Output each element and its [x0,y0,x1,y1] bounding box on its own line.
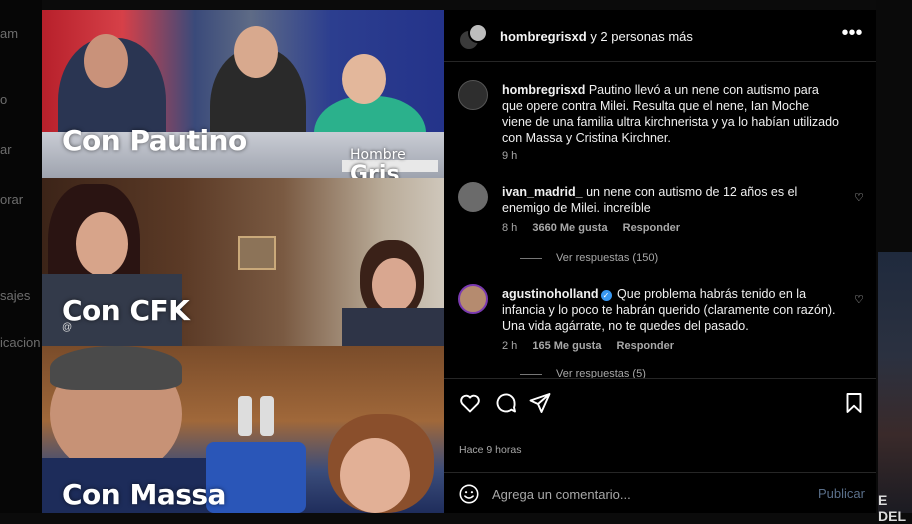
comment-text: agustinoholland ✓ Que problema habrás ten… [502,286,842,334]
watermark-line1: Hombre [350,147,406,163]
caption-username[interactable]: hombregrisxd [502,83,585,97]
avatar[interactable] [458,182,488,212]
post-header: hombregrisxd y 2 personas más ••• [444,10,876,62]
view-replies[interactable]: Ver respuestas (150) [520,252,658,264]
background-post-text: E DEL [878,492,906,524]
header-suffix[interactable]: y 2 personas más [590,29,693,44]
comment-time: 2 h [502,340,518,352]
heart-icon[interactable] [458,391,482,415]
reply-button[interactable]: Responder [623,222,680,234]
avatar [468,23,488,43]
comments-list[interactable]: hombregrisxd Pautino llevó a un nene con… [444,62,876,378]
view-replies-label[interactable]: Ver respuestas (150) [556,252,658,264]
view-replies[interactable]: Ver respuestas (5) [520,368,646,378]
view-replies-label[interactable]: Ver respuestas (5) [556,368,646,378]
caption-time: 9 h [502,150,518,162]
sidebar-fragment: am [0,26,19,41]
post-time: Hace 9 horas [459,444,522,456]
more-options-icon[interactable]: ••• [840,23,864,48]
publish-button[interactable]: Publicar [818,486,865,501]
picture-frame [238,236,276,270]
comment-username[interactable]: agustinoholland [502,287,599,301]
avatar[interactable] [458,284,488,314]
media-panel-middle: Con CFK @ [42,178,444,346]
heart-icon[interactable]: ♡ [854,294,866,306]
small-watermark: @ [62,322,73,333]
caption-meta: 9 h [502,150,529,162]
sidebar-fragment: sajes [0,288,31,303]
comment-input[interactable] [492,483,792,505]
header-username[interactable]: hombregrisxd [500,29,587,44]
media-panel-bottom: Con Massa [42,346,444,513]
background-post-image [878,252,912,513]
comment-username[interactable]: ivan_madrid_ [502,185,583,199]
send-icon[interactable] [528,391,552,415]
emoji-icon[interactable] [458,483,480,505]
header-title: hombregrisxd y 2 personas más [500,29,693,44]
comment-meta: 2 h 165 Me gusta Responder [502,340,686,352]
comment-time: 8 h [502,222,518,234]
heart-icon[interactable]: ♡ [854,192,866,204]
watermark: Hombre Gris [350,148,406,178]
avatar[interactable] [458,80,488,110]
post-details-panel: hombregrisxd y 2 personas más ••• hombre… [444,10,876,513]
comment-likes[interactable]: 165 Me gusta [532,340,601,352]
collab-avatars[interactable] [458,23,488,51]
media-panel-top: Con Pautino Hombre Gris [42,10,444,178]
background-feed-right: E DEL [876,0,912,524]
caption-text: hombregrisxd Pautino llevó a un nene con… [502,82,842,146]
sidebar-fragment: ar [0,142,12,157]
bookmark-icon[interactable] [842,391,866,415]
sidebar-fragment: o [0,92,8,107]
comment-likes[interactable]: 3660 Me gusta [532,222,607,234]
watermark-line2: Gris [350,162,400,179]
label-con-pautino: Con Pautino [62,124,247,157]
comment-text: ivan_madrid_ un nene con autismo de 12 a… [502,184,842,216]
comment-icon[interactable] [494,391,518,415]
label-con-cfk: Con CFK [62,294,190,327]
sidebar-fragment: orar [0,192,24,207]
post-media[interactable]: Con Pautino Hombre Gris Con CFK @ Con Ma… [42,10,444,513]
comment-meta: 8 h 3660 Me gusta Responder [502,222,692,234]
comment-composer: Publicar [444,472,876,513]
label-con-massa: Con Massa [62,478,226,511]
post-actions [444,378,876,426]
reply-button[interactable]: Responder [617,340,674,352]
background-sidebar: am o ar orar sajes icacion [0,0,42,513]
sidebar-fragment: icacion [0,335,41,350]
verified-badge-icon: ✓ [600,290,612,301]
